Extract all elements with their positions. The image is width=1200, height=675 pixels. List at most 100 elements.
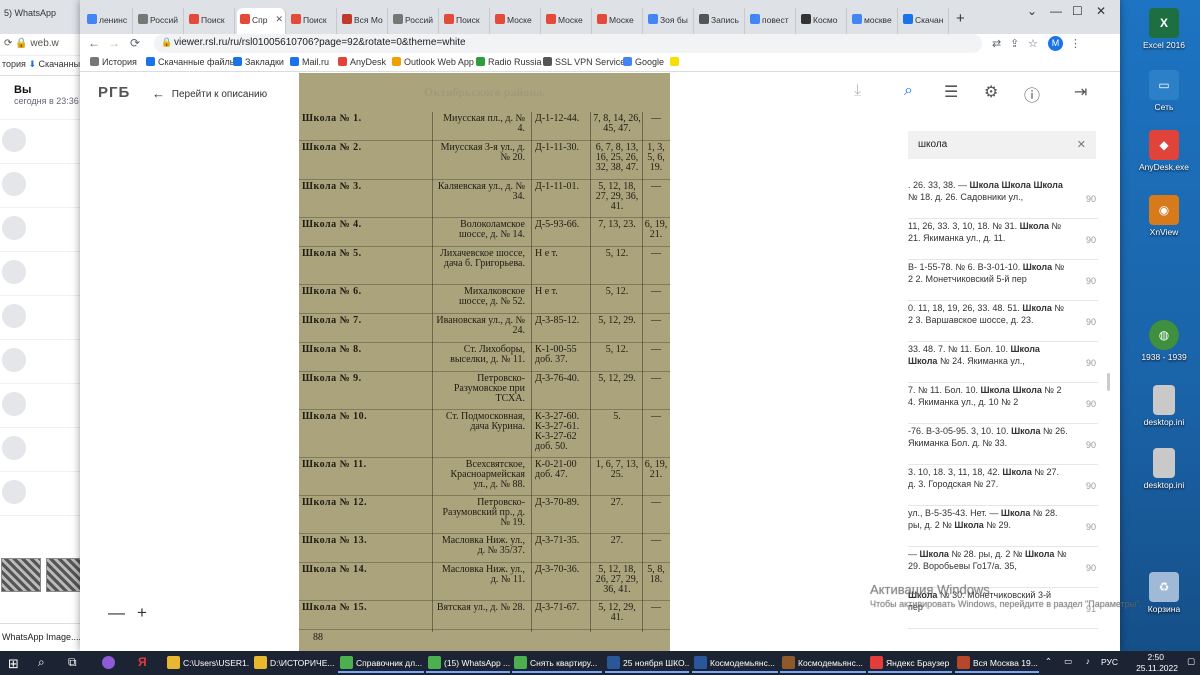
tab-0[interactable]: ленинс — [84, 8, 133, 34]
bookmark-8[interactable]: Google — [623, 57, 664, 67]
search-result[interactable]: 0. 11, 18, 19, 26, 33. 48. 51. Школа № 2… — [908, 302, 1098, 342]
close-icon[interactable]: ✕ — [1077, 138, 1086, 151]
tab-13[interactable]: повест — [747, 8, 796, 34]
share-icon[interactable]: ⇪ — [1010, 37, 1019, 50]
windows-start-icon[interactable]: ⊞ — [8, 656, 19, 672]
scrollbar[interactable] — [1107, 373, 1110, 391]
desktop-icon-ini-2[interactable]: desktop.ini — [1131, 448, 1197, 490]
search-result[interactable]: 33. 48. 7. № 11. Бол. 10. Школа Школа № … — [908, 343, 1098, 383]
desktop-icon-anydesk[interactable]: ◆ AnyDesk.exe — [1131, 130, 1197, 172]
bookmark-5[interactable]: Outlook Web App — [392, 57, 474, 67]
language-indicator[interactable]: РУС — [1101, 657, 1118, 667]
minimize-button[interactable]: — — [1050, 4, 1062, 18]
tab-9[interactable]: Моске — [543, 8, 592, 34]
chat-item[interactable] — [0, 208, 90, 252]
bookmark-2[interactable]: Закладки — [233, 57, 284, 67]
bookmark-6[interactable]: Radio Russia — [476, 57, 542, 67]
taskbar-item-5[interactable]: 25 ноября ШКО... — [605, 653, 689, 673]
desktop-icon-globe[interactable]: ◍ 1938 - 1939 — [1131, 320, 1197, 362]
tray-icon[interactable]: ⌃ — [1045, 656, 1052, 667]
network-icon[interactable]: ▭ — [1064, 656, 1072, 667]
translate-icon[interactable]: ⇄ — [992, 37, 1001, 50]
chat-item[interactable] — [0, 296, 90, 340]
chat-item-self[interactable]: Вы сегодня в 23:36 — [0, 76, 90, 120]
bookmark-7[interactable]: SSL VPN Service — [543, 57, 625, 67]
forward-button[interactable]: → — [108, 36, 120, 50]
tab-2[interactable]: Поиск — [186, 8, 235, 34]
close-tab-icon[interactable]: ✕ — [275, 14, 283, 25]
bookmark-0[interactable]: История — [90, 57, 137, 67]
download-icon[interactable]: ⤓ — [854, 82, 861, 100]
volume-icon[interactable]: ♪ — [1086, 656, 1090, 666]
star-icon[interactable]: ☆ — [1028, 37, 1038, 50]
maximize-button[interactable]: ☐ — [1072, 4, 1083, 18]
search-icon[interactable]: ⌕ — [38, 655, 45, 670]
task-view-icon[interactable]: ⧉ — [68, 655, 77, 670]
bookmark-1[interactable]: Скачанные файлы — [146, 57, 236, 67]
tab-16[interactable]: Скачан — [900, 8, 949, 34]
reload-button[interactable]: ⟳ — [130, 36, 140, 50]
tab-14[interactable]: Космо — [798, 8, 847, 34]
clock-date[interactable]: 25.11.2022 — [1136, 663, 1178, 673]
notifications-icon[interactable]: ▢ — [1187, 656, 1195, 667]
chat-item[interactable] — [0, 428, 90, 472]
whatsapp-download-bar[interactable]: WhatsApp Image....jpe — [0, 623, 90, 651]
gear-icon[interactable]: ⚙ — [984, 82, 998, 102]
tab-5[interactable]: Вся Мо — [339, 8, 388, 34]
clock-time[interactable]: 2:50 — [1147, 652, 1164, 662]
chat-item[interactable] — [0, 340, 90, 384]
tab-6[interactable]: Россий — [390, 8, 439, 34]
taskbar-item-3[interactable]: (15) WhatsApp ... — [426, 653, 510, 673]
contents-icon[interactable]: ☰ — [944, 82, 958, 102]
search-result[interactable]: . 26. 33, 38. — Школа Школа Школа № 18. … — [908, 179, 1098, 219]
close-button[interactable]: ✕ — [1096, 4, 1106, 18]
tab-3[interactable]: Спр ✕ — [237, 8, 286, 34]
whatsapp-url[interactable]: web.w — [30, 38, 58, 49]
back-to-description-link[interactable]: ← Перейти к описанию — [152, 86, 267, 101]
bookmark-3[interactable]: Mail.ru — [290, 57, 329, 67]
search-icon[interactable]: ⌕ — [904, 82, 913, 100]
desktop-icon-xnview[interactable]: ◉ XnView — [1131, 195, 1197, 237]
chat-item[interactable] — [0, 472, 90, 516]
chat-item[interactable] — [0, 384, 90, 428]
info-icon[interactable]: ⓘ — [1024, 82, 1040, 106]
rgb-logo[interactable]: РГБ — [98, 84, 130, 101]
bookmark-4[interactable]: AnyDesk — [338, 57, 386, 67]
search-input[interactable]: школа ✕ — [908, 131, 1096, 159]
taskbar-item-0[interactable]: C:\Users\USER1... — [165, 653, 249, 673]
address-bar[interactable]: 🔒 viewer.rsl.ru/ru/rsl01005610706?page=9… — [154, 34, 982, 53]
image-thumbnail[interactable] — [1, 558, 41, 592]
tab-10[interactable]: Моске — [594, 8, 643, 34]
taskbar-item-8[interactable]: Яндекс Браузер — [868, 653, 952, 673]
chat-item[interactable] — [0, 252, 90, 296]
search-result[interactable]: 7. № 11. Бол. 10. Школа Школа № 2 4. Яки… — [908, 384, 1098, 424]
menu-icon[interactable]: ⋮ — [1070, 37, 1081, 50]
chevron-down-icon[interactable]: ⌄ — [1027, 4, 1037, 18]
zoom-out-button[interactable]: — — [108, 604, 125, 621]
search-result[interactable]: -76. В-3-05-95. 3, 10. 10. Школа № 26. Я… — [908, 425, 1098, 465]
search-result[interactable]: ул., В-5-35-43. Нет. — Школа № 28. ры, д… — [908, 507, 1098, 547]
yandex-icon[interactable]: Я — [138, 655, 147, 669]
tab-4[interactable]: Поиск — [288, 8, 337, 34]
profile-avatar[interactable]: M — [1048, 36, 1063, 51]
taskbar-item-4[interactable]: Снять квартиру... — [512, 653, 602, 673]
chat-item[interactable] — [0, 164, 90, 208]
whatsapp-tab[interactable]: 5) WhatsApp — [0, 0, 90, 34]
exit-icon[interactable]: ⇥ — [1074, 82, 1087, 102]
tab-1[interactable]: Россий — [135, 8, 184, 34]
desktop-icon-network[interactable]: ▭ Сеть — [1131, 70, 1197, 112]
tab-7[interactable]: Поиск — [441, 8, 490, 34]
tab-11[interactable]: Зоя бы — [645, 8, 694, 34]
taskbar-item-9[interactable]: Вся Москва 19... — [955, 653, 1039, 673]
taskbar-item-7[interactable]: Космодемьянс... — [780, 653, 866, 673]
chat-item[interactable] — [0, 120, 90, 164]
desktop-icon-ini-1[interactable]: desktop.ini — [1131, 385, 1197, 427]
search-result[interactable]: В- 1-55-78. № 6. В-3-01-10. Школа № 2 2.… — [908, 261, 1098, 301]
new-tab-button[interactable]: + — [956, 10, 965, 27]
back-button[interactable]: ← — [88, 36, 100, 50]
tab-8[interactable]: Моске — [492, 8, 541, 34]
bookmark-9[interactable] — [670, 57, 682, 67]
desktop-icon-excel[interactable]: X Excel 2016 — [1131, 8, 1197, 50]
cortana-icon[interactable] — [102, 656, 115, 669]
tab-12[interactable]: Запись — [696, 8, 745, 34]
